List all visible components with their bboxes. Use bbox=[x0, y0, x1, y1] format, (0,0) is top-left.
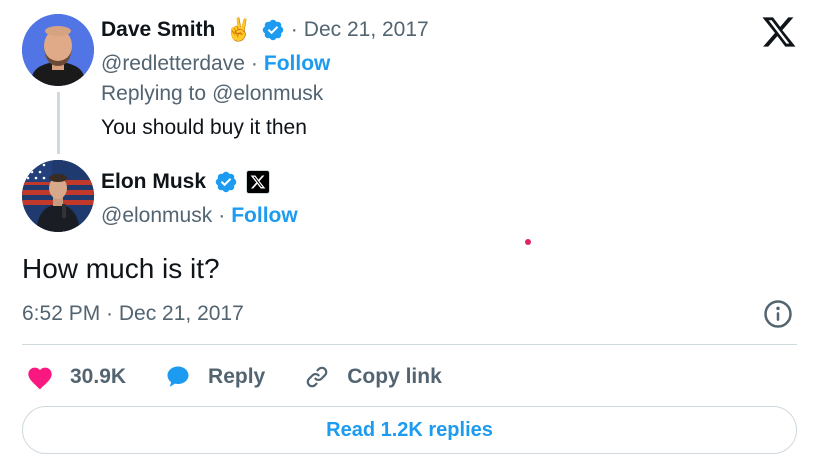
action-bar: 30.9K Reply Copy link bbox=[26, 360, 480, 394]
reply-button[interactable]: Reply bbox=[164, 364, 265, 390]
divider bbox=[22, 344, 797, 345]
replying-to-row: Replying to @elonmusk bbox=[101, 80, 323, 108]
replying-to-prefix: Replying to bbox=[101, 82, 207, 105]
reply-bubble-icon bbox=[167, 366, 189, 387]
avatar[interactable] bbox=[22, 14, 94, 86]
reply-label: Reply bbox=[208, 365, 266, 388]
heart-icon bbox=[28, 367, 52, 390]
author-handle[interactable]: @elonmusk bbox=[101, 204, 212, 228]
verified-icon bbox=[215, 171, 237, 193]
copy-link-button[interactable]: Copy link bbox=[303, 364, 442, 390]
parent-handle[interactable]: @redletterdave bbox=[101, 52, 245, 76]
parent-handle-row: @redletterdave · Follow bbox=[101, 49, 330, 79]
author-row: Elon Musk bbox=[101, 167, 271, 197]
info-icon[interactable] bbox=[763, 299, 793, 329]
follow-button[interactable]: Follow bbox=[231, 204, 298, 228]
parent-tweet-text: You should buy it then bbox=[101, 116, 307, 139]
parent-author-row: Dave Smith ✌️ · Dec 21, 2017 bbox=[101, 15, 429, 45]
red-dot-marker bbox=[525, 239, 531, 245]
like-count: 30.9K bbox=[70, 365, 127, 388]
replying-to-handle[interactable]: @elonmusk bbox=[212, 82, 323, 106]
tweet-timestamp[interactable]: 6:52 PM · Dec 21, 2017 bbox=[22, 302, 244, 326]
parent-follow-button[interactable]: Follow bbox=[264, 52, 331, 76]
read-replies-button[interactable]: Read 1.2K replies bbox=[22, 406, 797, 454]
author-handle-row: @elonmusk · Follow bbox=[101, 201, 298, 231]
parent-author-name[interactable]: Dave Smith bbox=[101, 18, 215, 42]
link-icon bbox=[306, 366, 328, 388]
tweet-text: How much is it? bbox=[22, 253, 220, 284]
peace-emoji: ✌️ bbox=[225, 17, 253, 42]
avatar[interactable] bbox=[22, 160, 94, 232]
tweet-embed: Dave Smith ✌️ · Dec 21, 2017 @redletterd… bbox=[0, 0, 816, 469]
thread-connector bbox=[57, 92, 60, 154]
separator-dot: · bbox=[290, 18, 298, 41]
author-name[interactable]: Elon Musk bbox=[101, 170, 206, 194]
affiliate-x-icon bbox=[246, 170, 271, 194]
x-logo-icon[interactable] bbox=[761, 14, 797, 50]
like-button[interactable]: 30.9K bbox=[26, 364, 126, 390]
separator-dot: · bbox=[250, 52, 258, 75]
parent-date[interactable]: Dec 21, 2017 bbox=[304, 18, 429, 42]
separator-dot: · bbox=[218, 204, 226, 227]
copy-link-label: Copy link bbox=[347, 365, 442, 388]
verified-icon bbox=[262, 19, 284, 41]
